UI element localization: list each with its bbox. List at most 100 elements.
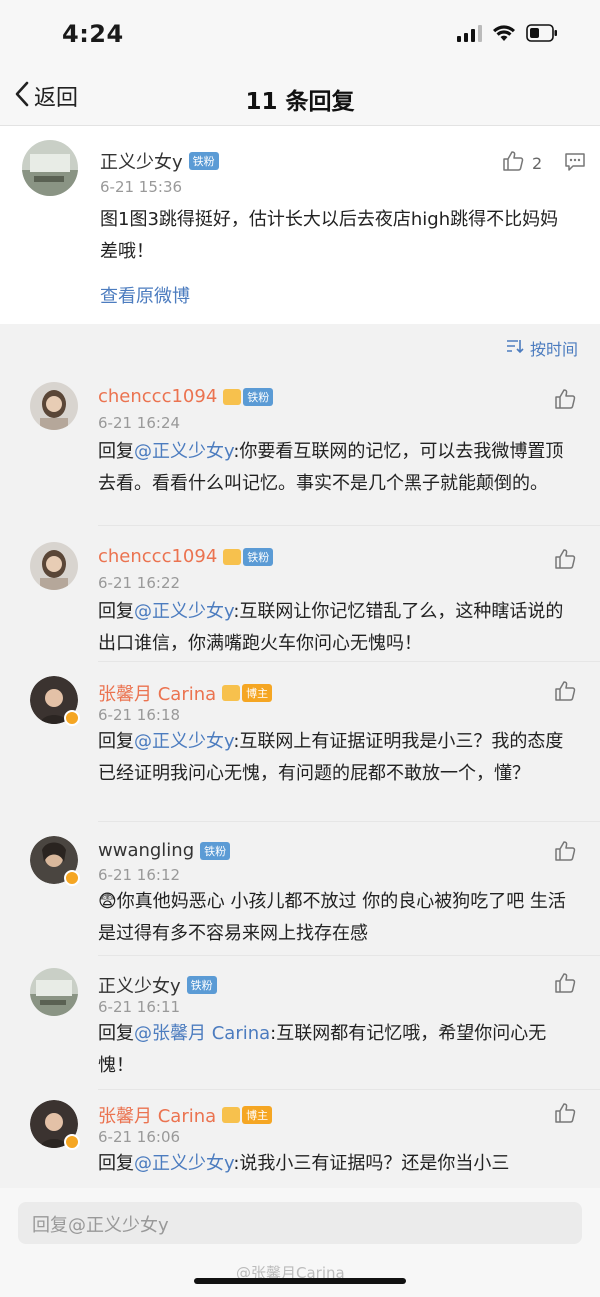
timestamp: 6-21 16:12 (98, 866, 181, 884)
like-button[interactable] (554, 388, 576, 414)
reply-input-bar: 回复@正义少女y @张馨月Carina (0, 1188, 600, 1297)
list-item: 张馨月 Carina 博主 6-21 16:18 回复@正义少女y:互联网上有证… (0, 662, 600, 822)
mention-link[interactable]: @正义少女y (134, 441, 233, 462)
timestamp: 6-21 16:11 (98, 998, 181, 1016)
like-button[interactable] (554, 548, 576, 574)
verified-icon (64, 710, 80, 726)
name-row: chenccc1094 铁粉 (98, 386, 274, 407)
reply-body: 😨你真他妈恶心 小孩儿都不放过 你的良心被狗吃了吧 生活是过得有多不容易来网上找… (98, 891, 566, 944)
list-item: chenccc1094 铁粉 6-21 16:24 回复@正义少女y:你要看互联… (0, 368, 600, 526)
mention-link[interactable]: @正义少女y (134, 1153, 233, 1174)
reply-prefix: 回复 (98, 441, 134, 462)
avatar[interactable] (30, 836, 80, 886)
home-indicator[interactable] (194, 1278, 406, 1284)
crown-icon (222, 1107, 241, 1123)
user-name[interactable]: 张馨月 Carina (98, 680, 216, 706)
like-button[interactable] (554, 680, 576, 706)
comment-text: 回复@正义少女y:互联网让你记忆错乱了么，这种瞎话说的出口谁信，你满嘴跑火车你问… (98, 596, 568, 660)
mention-link[interactable]: @正义少女y (134, 731, 233, 752)
verified-icon (64, 1134, 80, 1150)
timestamp: 6-21 16:06 (98, 1128, 181, 1146)
status-icons (457, 24, 558, 42)
name-row: wwangling 铁粉 (98, 840, 231, 861)
comment-icon[interactable] (564, 152, 586, 176)
avatar[interactable] (30, 676, 80, 726)
timestamp: 6-21 16:18 (98, 706, 181, 724)
timestamp: 6-21 16:22 (98, 574, 181, 592)
crown-icon (223, 388, 242, 405)
reply-prefix: 回复 (98, 1153, 134, 1174)
name-row: 正义少女y 铁粉 (98, 972, 217, 998)
signal-icon (457, 24, 482, 42)
comment-text: 😨你真他妈恶心 小孩儿都不放过 你的良心被狗吃了吧 生活是过得有多不容易来网上找… (98, 886, 568, 950)
fan-badge: 铁粉 (186, 976, 217, 994)
user-name[interactable]: 张馨月 Carina (98, 1102, 216, 1128)
like-button[interactable] (554, 840, 576, 866)
thumbs-up-icon (554, 680, 576, 706)
reply-prefix: 回复 (98, 601, 134, 622)
sort-label: 按时间 (529, 340, 578, 359)
comment-text: 回复@正义少女y:说我小三有证据吗？还是你当小三 (98, 1148, 568, 1180)
timestamp: 6-21 15:36 (100, 178, 183, 196)
name-row: 张馨月 Carina 博主 (98, 1102, 273, 1128)
like-button[interactable]: 2 (502, 150, 542, 176)
user-name[interactable]: 正义少女y (100, 148, 183, 174)
list-item: 正义少女y 铁粉 6-21 16:11 回复@张馨月 Carina:互联网都有记… (0, 956, 600, 1090)
user-name[interactable]: chenccc1094 (98, 546, 217, 567)
avatar[interactable] (30, 968, 78, 1016)
nav-bar: 返回 11 条回复 (0, 70, 600, 126)
comment-text: 回复@正义少女y:你要看互联网的记忆，可以去我微博置顶去看。看看什么叫记忆。事实… (98, 436, 568, 500)
reply-prefix: 回复 (98, 731, 134, 752)
fan-badge: 铁粉 (188, 152, 219, 170)
host-badge: 博主 (242, 684, 273, 702)
reply-input[interactable]: 回复@正义少女y (18, 1202, 582, 1244)
list-item: chenccc1094 铁粉 6-21 16:22 回复@正义少女y:互联网让你… (0, 526, 600, 662)
sort-bar: 按时间 (0, 324, 600, 368)
mention-link[interactable]: @张馨月 Carina (134, 1023, 270, 1044)
user-name[interactable]: chenccc1094 (98, 386, 217, 407)
name-row: 张馨月 Carina 博主 (98, 680, 273, 706)
list-item: wwangling 铁粉 6-21 16:12 😨你真他妈恶心 小孩儿都不放过 … (0, 822, 600, 956)
thumbs-up-icon (554, 548, 576, 574)
thumbs-up-icon (554, 1102, 576, 1128)
battery-icon (526, 24, 558, 42)
view-original-link[interactable]: 查看原微博 (100, 282, 190, 308)
fan-badge: 铁粉 (200, 841, 231, 860)
thumbs-up-icon (554, 840, 576, 866)
avatar[interactable] (22, 140, 78, 196)
reply-prefix: 回复 (98, 1023, 134, 1044)
root-comment: 正义少女y 铁粉 6-21 15:36 图1图3跳得挺好，估计长大以后去夜店hi… (0, 126, 600, 324)
like-button[interactable] (554, 1102, 576, 1128)
avatar[interactable] (30, 542, 78, 590)
comment-text: 图1图3跳得挺好，估计长大以后去夜店high跳得不比妈妈差哦！ (100, 209, 559, 262)
mention-link[interactable]: @正义少女y (134, 601, 233, 622)
status-bar: 4:24 (0, 0, 600, 70)
like-button[interactable] (554, 972, 576, 998)
crown-icon (222, 685, 241, 701)
page-title: 11 条回复 (245, 89, 355, 115)
thumbs-up-icon (554, 388, 576, 414)
list-item: 张馨月 Carina 博主 6-21 16:06 回复@正义少女y:说我小三有证… (0, 1090, 600, 1188)
crown-icon (223, 548, 242, 565)
sort-by-time-button[interactable]: 按时间 (506, 336, 578, 360)
fan-badge: 铁粉 (243, 387, 274, 406)
fan-badge: 铁粉 (243, 547, 274, 566)
comment-text: 回复@正义少女y:互联网上有证据证明我是小三？我的态度已经证明我问心无愧，有问题… (98, 726, 568, 790)
comment-text: 回复@张馨月 Carina:互联网都有记忆哦，希望你问心无愧！ (98, 1018, 568, 1082)
timestamp: 6-21 16:24 (98, 414, 181, 432)
thumbs-up-icon (554, 972, 576, 998)
thumbs-up-icon (502, 150, 524, 176)
like-count: 2 (532, 153, 543, 173)
wifi-icon (492, 24, 516, 42)
user-name[interactable]: wwangling (98, 840, 194, 861)
host-badge: 博主 (242, 1106, 273, 1124)
avatar[interactable] (30, 382, 78, 430)
verified-icon (64, 870, 80, 886)
user-name[interactable]: 正义少女y (98, 972, 181, 998)
sort-icon (506, 338, 524, 358)
name-row: chenccc1094 铁粉 (98, 546, 274, 567)
status-time: 4:24 (62, 20, 124, 48)
reply-body: :说我小三有证据吗？还是你当小三 (233, 1153, 510, 1174)
avatar[interactable] (30, 1100, 80, 1150)
name-row: 正义少女y 铁粉 (100, 148, 219, 174)
